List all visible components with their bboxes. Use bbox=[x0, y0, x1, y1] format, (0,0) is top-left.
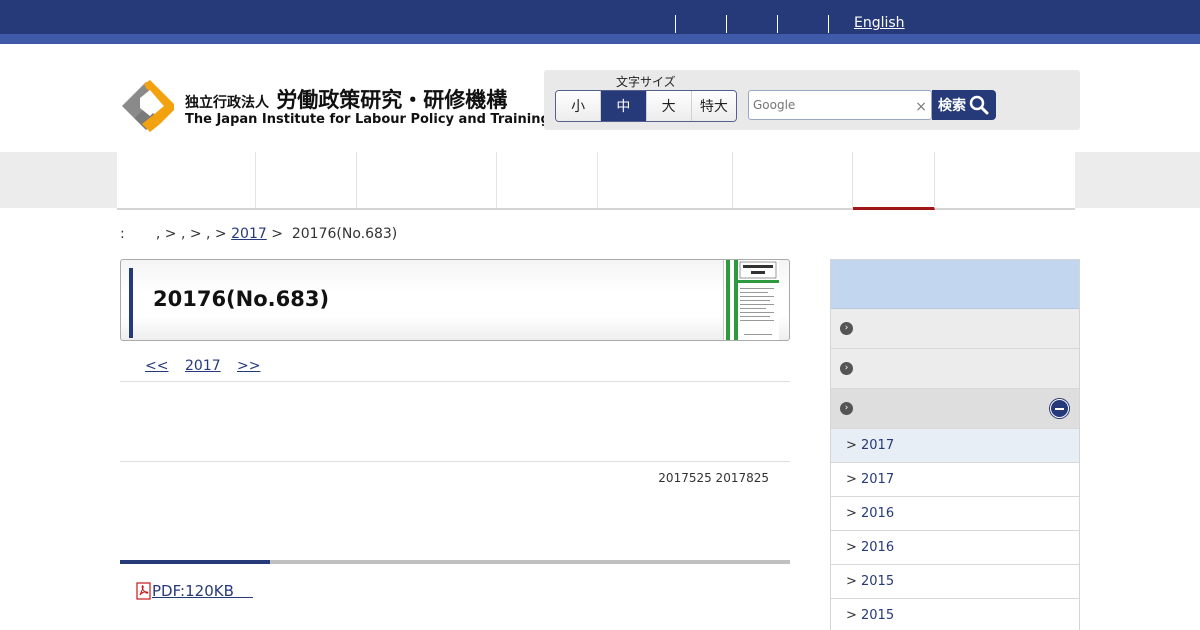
chevron-right-icon: > bbox=[846, 438, 857, 453]
sidebar-header bbox=[831, 260, 1079, 309]
logo-english-name: The Japan Institute for Labour Policy an… bbox=[185, 112, 550, 127]
section-divider-accent bbox=[120, 560, 270, 564]
sidebar-subitem[interactable]: >2015 bbox=[831, 565, 1079, 599]
breadcrumb-year-link[interactable]: 2017 bbox=[231, 226, 267, 242]
chevron-right-icon: > bbox=[846, 608, 857, 623]
english-link[interactable]: English bbox=[854, 15, 905, 31]
search-button-label: 検索 bbox=[938, 98, 966, 114]
font-size-label: 文字サイズ bbox=[616, 75, 676, 89]
global-nav-item[interactable] bbox=[598, 152, 733, 208]
global-nav-item[interactable] bbox=[256, 152, 357, 208]
chevron-right-circle-icon: › bbox=[840, 322, 853, 335]
chevron-right-circle-icon: › bbox=[840, 362, 853, 375]
pdf-download-link[interactable]: PDF:120KB bbox=[136, 582, 253, 600]
header-toolbox: 文字サイズ 小 中 大 特大 × 検索 bbox=[544, 70, 1080, 130]
journal-cover-thumbnail bbox=[724, 260, 779, 340]
sidebar-category[interactable]: › bbox=[831, 309, 1079, 349]
sidebar-category[interactable]: › bbox=[831, 349, 1079, 389]
logo-japanese-name: 独立行政法人 労働政策研究・研修機構 bbox=[185, 84, 507, 114]
global-nav-item[interactable] bbox=[497, 152, 598, 208]
search-icon bbox=[969, 95, 989, 115]
pager-prev-link[interactable]: << bbox=[145, 358, 168, 374]
pdf-link-label: PDF:120KB bbox=[152, 582, 253, 600]
sidebar-subitem[interactable]: >2017 bbox=[831, 463, 1079, 497]
font-size-xlarge-button[interactable]: 特大 bbox=[691, 91, 736, 121]
global-nav-item[interactable] bbox=[357, 152, 497, 208]
sidebar-subitem[interactable]: >2016 bbox=[831, 531, 1079, 565]
global-nav bbox=[117, 152, 1075, 210]
font-size-small-button[interactable]: 小 bbox=[556, 91, 602, 121]
top-utility-bar: English bbox=[0, 0, 1200, 34]
breadcrumb: : , > , > , > 2017 > 20176(No.683) bbox=[120, 226, 397, 242]
top-separator bbox=[777, 15, 778, 33]
top-separator bbox=[675, 15, 676, 33]
issue-title-box: 20176(No.683) bbox=[120, 259, 790, 341]
global-nav-item-active[interactable] bbox=[853, 152, 935, 210]
pdf-icon bbox=[136, 582, 151, 600]
sidebar-subitem[interactable]: >2016 bbox=[831, 497, 1079, 531]
top-stripe bbox=[0, 34, 1200, 44]
sidebar-subitem-label: 2015 bbox=[861, 608, 895, 623]
logo-jp-main: 労働政策研究・研修機構 bbox=[276, 88, 508, 112]
chevron-right-circle-icon: › bbox=[840, 402, 853, 415]
jilpt-logo-icon bbox=[122, 80, 174, 132]
global-nav-item[interactable] bbox=[117, 152, 256, 208]
chevron-right-icon: > bbox=[846, 472, 857, 487]
title-accent-bar bbox=[129, 268, 133, 338]
journal-cover-image bbox=[723, 260, 779, 340]
chevron-right-icon: > bbox=[846, 506, 857, 521]
font-size-selector: 小 中 大 特大 bbox=[555, 90, 737, 122]
sidebar-subitem[interactable]: >2017 bbox=[831, 429, 1079, 463]
breadcrumb-current: > 20176(No.683) bbox=[271, 226, 398, 242]
sidebar-subitem-label: 2017 bbox=[861, 438, 895, 453]
logo-jp-prefix: 独立行政法人 bbox=[185, 95, 269, 111]
chevron-right-icon: > bbox=[846, 540, 857, 555]
top-separator bbox=[828, 15, 829, 33]
sidebar-subitem-label: 2016 bbox=[861, 506, 895, 521]
sidebar-subitem-label: 2016 bbox=[861, 540, 895, 555]
collapse-minus-icon[interactable] bbox=[1050, 399, 1069, 418]
breadcrumb-segments: , > , > , > bbox=[124, 226, 227, 242]
content-divider bbox=[120, 461, 790, 462]
global-nav-item[interactable] bbox=[733, 152, 853, 208]
sidebar: › › › >2017 >2017 >2016 >2016 >2015 >201… bbox=[830, 259, 1080, 630]
clear-icon[interactable]: × bbox=[915, 99, 927, 115]
page-title: 20176(No.683) bbox=[153, 287, 330, 311]
sidebar-subitem-label: 2017 bbox=[861, 472, 895, 487]
search-field: × bbox=[748, 90, 932, 120]
global-nav-item[interactable] bbox=[935, 152, 1075, 208]
search-input[interactable] bbox=[749, 91, 909, 119]
chevron-right-icon: > bbox=[846, 574, 857, 589]
pager-year-link[interactable]: 2017 bbox=[185, 358, 221, 374]
sidebar-category-expanded[interactable]: › bbox=[831, 389, 1079, 429]
issue-pager: << 2017 >> bbox=[120, 358, 790, 382]
pager-next-link[interactable]: >> bbox=[237, 358, 260, 374]
issue-dates: 2017525 2017825 bbox=[658, 471, 769, 485]
sidebar-subitem-label: 2015 bbox=[861, 574, 895, 589]
site-logo[interactable]: 独立行政法人 労働政策研究・研修機構 The Japan Institute f… bbox=[120, 80, 550, 132]
sidebar-subitem[interactable]: >2015 bbox=[831, 599, 1079, 630]
search-button[interactable]: 検索 bbox=[932, 90, 996, 120]
font-size-large-button[interactable]: 大 bbox=[646, 91, 692, 121]
font-size-medium-button[interactable]: 中 bbox=[601, 91, 647, 121]
section-divider bbox=[120, 560, 790, 564]
top-separator bbox=[726, 15, 727, 33]
